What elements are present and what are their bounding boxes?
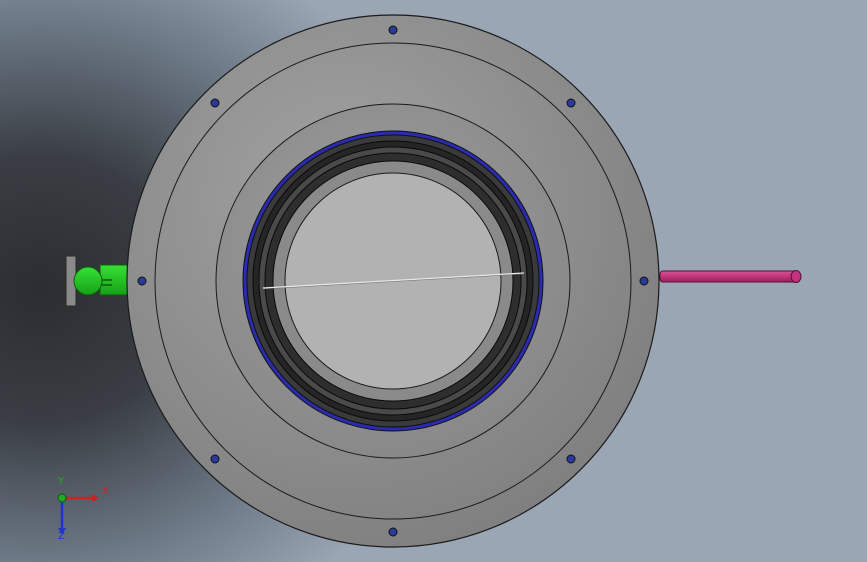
bolt-hole [566, 98, 576, 108]
triad-y-label: Y [58, 476, 65, 487]
bolt-hole [566, 454, 576, 464]
bolt-hole [388, 527, 398, 537]
model-canvas[interactable] [0, 0, 867, 562]
bolt-hole [210, 98, 220, 108]
orientation-triad[interactable]: X Y Z [48, 476, 109, 544]
bolt-hole [137, 276, 147, 286]
graphics-viewport[interactable]: X Y Z [0, 0, 867, 562]
triad-x-label: X [102, 486, 109, 497]
bolt-hole [210, 454, 220, 464]
triad-z-label: Z [58, 531, 65, 542]
triad-axes [57, 493, 99, 535]
bolt-hole [388, 25, 398, 35]
bolt-hole [639, 276, 649, 286]
actuator-shaft[interactable] [65, 255, 133, 307]
stem-pin[interactable] [659, 270, 802, 283]
